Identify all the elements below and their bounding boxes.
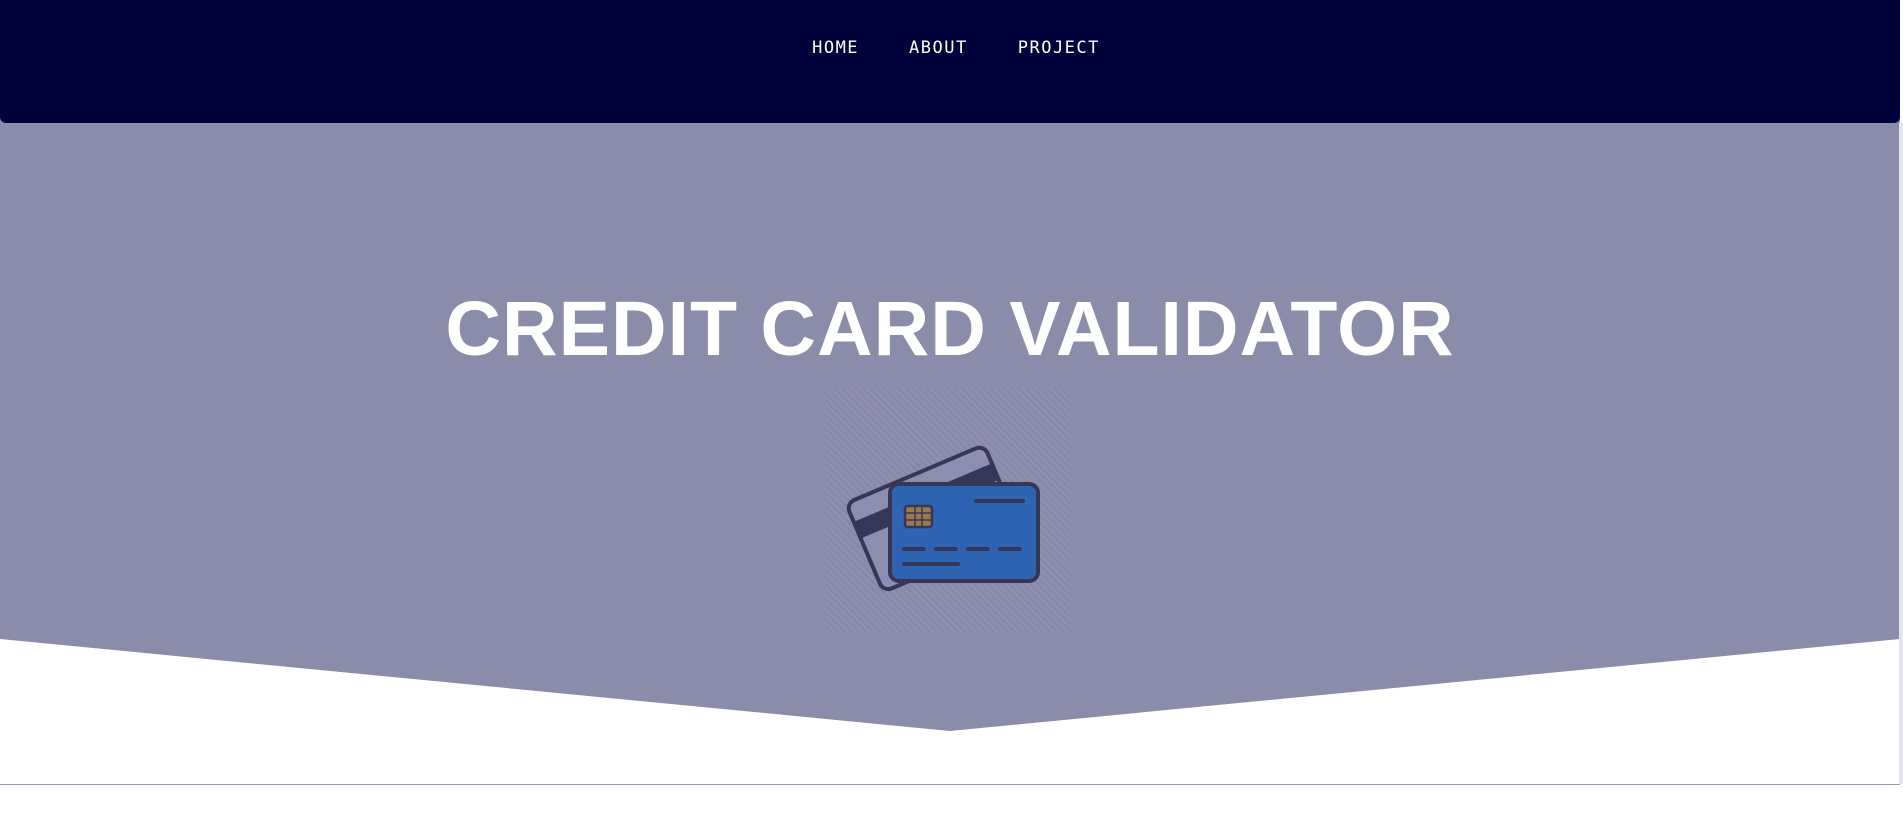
page-title: CREDIT CARD VALIDATOR xyxy=(445,286,1455,372)
nav-link-about[interactable]: ABOUT xyxy=(909,38,968,58)
credit-cards-icon xyxy=(826,388,1070,632)
section-divider xyxy=(0,784,1900,785)
nav-links: HOME ABOUT PROJECT xyxy=(0,38,1900,58)
scrollbar[interactable] xyxy=(1899,123,1903,784)
nav-link-project[interactable]: PROJECT xyxy=(1018,38,1100,58)
navbar: HOME ABOUT PROJECT xyxy=(0,0,1900,123)
page: HOME ABOUT PROJECT CREDIT CARD VALIDATOR xyxy=(0,0,1903,834)
nav-link-home[interactable]: HOME xyxy=(812,38,859,58)
